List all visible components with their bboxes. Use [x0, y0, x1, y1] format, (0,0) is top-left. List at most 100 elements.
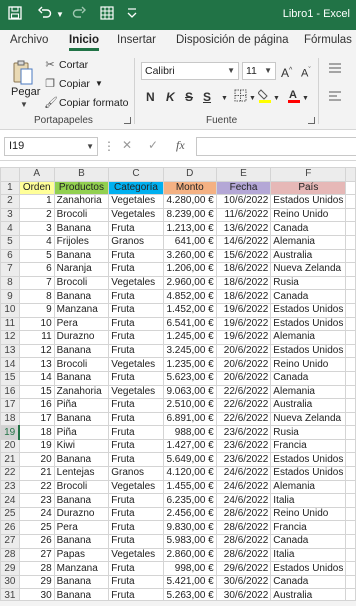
- row-header[interactable]: 24: [0, 493, 20, 508]
- cell[interactable]: Banana: [53, 411, 110, 427]
- cell[interactable]: 1.455,00 €: [162, 479, 217, 495]
- cell[interactable]: 6.235,00 €: [162, 493, 217, 508]
- enter-icon[interactable]: ✓: [148, 138, 158, 152]
- cell[interactable]: 20/6/2022: [215, 343, 272, 359]
- cell[interactable]: 28/6/2022: [215, 547, 272, 563]
- insert-function-icon[interactable]: fx: [176, 138, 185, 153]
- copy-dropdown-icon[interactable]: ▼: [95, 79, 103, 88]
- cell[interactable]: 9: [18, 302, 55, 318]
- cell[interactable]: 11/6/2022: [215, 207, 272, 223]
- cell[interactable]: 27: [18, 547, 55, 563]
- undo-dropdown-icon[interactable]: ▼: [56, 6, 64, 24]
- row-header[interactable]: 17: [0, 398, 20, 413]
- cell[interactable]: 2: [18, 207, 55, 223]
- font-name-dropdown[interactable]: Calibri ▼: [141, 62, 239, 80]
- cell[interactable]: 22: [18, 479, 55, 495]
- cell[interactable]: [345, 370, 356, 386]
- cell[interactable]: Fruta: [108, 330, 164, 345]
- cell[interactable]: Alemania: [270, 479, 347, 495]
- cell[interactable]: Fruta: [108, 561, 164, 576]
- cell[interactable]: [345, 398, 356, 413]
- cell[interactable]: Papas: [53, 547, 110, 563]
- cell[interactable]: 14: [18, 370, 55, 386]
- cell[interactable]: Brocoli: [53, 207, 110, 223]
- cell[interactable]: 24/6/2022: [215, 479, 272, 495]
- row-header[interactable]: 8: [0, 275, 20, 291]
- row-header[interactable]: 23: [0, 479, 20, 495]
- font-color-icon[interactable]: A: [287, 88, 301, 107]
- cell[interactable]: 28/6/2022: [215, 506, 272, 522]
- row-header[interactable]: 3: [0, 207, 20, 223]
- cell[interactable]: 2.456,00 €: [162, 506, 217, 522]
- italic-button[interactable]: K: [166, 90, 175, 104]
- cell[interactable]: 18/6/2022: [215, 275, 272, 291]
- cell[interactable]: [345, 411, 356, 427]
- cell[interactable]: 24/6/2022: [215, 493, 272, 508]
- cell[interactable]: 2.510,00 €: [162, 398, 217, 413]
- row-header[interactable]: 14: [0, 357, 20, 372]
- cell[interactable]: Canada: [270, 221, 347, 236]
- row-header[interactable]: 10: [0, 302, 20, 318]
- copy-button[interactable]: ❐ Copiar ▼: [44, 77, 103, 91]
- cell[interactable]: Frijoles: [53, 234, 110, 250]
- cell[interactable]: Reino Unido: [270, 506, 347, 522]
- column-header[interactable]: C: [108, 167, 164, 182]
- cell[interactable]: Rusia: [270, 275, 347, 291]
- column-header[interactable]: B: [53, 167, 110, 182]
- paste-button[interactable]: Pegar: [11, 86, 40, 98]
- cell[interactable]: 6: [18, 262, 55, 277]
- tab-formulas[interactable]: Fórmulas: [304, 34, 352, 46]
- cell[interactable]: Fruta: [108, 493, 164, 508]
- cell[interactable]: 5.649,00 €: [162, 452, 217, 468]
- cell[interactable]: Estados Unidos: [270, 561, 347, 576]
- row-header[interactable]: 5: [0, 234, 20, 250]
- cell[interactable]: Banana: [53, 289, 110, 304]
- row-header[interactable]: 9: [0, 289, 20, 304]
- cell[interactable]: Fruta: [108, 534, 164, 549]
- cell[interactable]: Estados Unidos: [270, 194, 347, 209]
- row-header[interactable]: 30: [0, 574, 20, 590]
- cell[interactable]: Brocoli: [53, 357, 110, 372]
- cell[interactable]: 23/6/2022: [215, 438, 272, 454]
- cell[interactable]: Canada: [270, 574, 347, 590]
- cell[interactable]: 26: [18, 534, 55, 549]
- cell[interactable]: Fruta: [108, 289, 164, 304]
- cell[interactable]: 998,00 €: [162, 561, 217, 576]
- cell[interactable]: 18/6/2022: [215, 262, 272, 277]
- align-left-icon[interactable]: [328, 90, 342, 105]
- cell[interactable]: 14/6/2022: [215, 234, 272, 250]
- cell[interactable]: [345, 275, 356, 291]
- cell[interactable]: Rusia: [270, 425, 347, 440]
- font-size-dropdown[interactable]: 11 ▼: [242, 62, 276, 80]
- cell[interactable]: 1.235,00 €: [162, 357, 217, 372]
- name-box[interactable]: I19 ▼: [4, 137, 98, 156]
- font-color-dropdown-icon[interactable]: ▼: [302, 92, 309, 106]
- borders-icon[interactable]: [234, 89, 247, 105]
- cancel-icon[interactable]: ✕: [122, 138, 132, 152]
- cell[interactable]: 18/6/2022: [215, 289, 272, 304]
- cell[interactable]: 15/6/2022: [215, 248, 272, 264]
- row-header[interactable]: 21: [0, 452, 20, 468]
- highlight-dropdown-icon[interactable]: ▼: [273, 92, 280, 106]
- cell[interactable]: Vegetales: [108, 479, 164, 495]
- tab-insertar[interactable]: Insertar: [117, 34, 156, 46]
- row-header[interactable]: 11: [0, 316, 20, 332]
- cell[interactable]: 4.280,00 €: [162, 194, 217, 209]
- cell[interactable]: 4.120,00 €: [162, 466, 217, 481]
- cell[interactable]: [345, 466, 356, 481]
- cell[interactable]: [345, 547, 356, 563]
- cell[interactable]: Fruta: [108, 425, 164, 440]
- tab-disposicion[interactable]: Disposición de página: [176, 34, 289, 46]
- header-cell[interactable]: Productos: [53, 180, 110, 196]
- cell[interactable]: Naranja: [53, 262, 110, 277]
- cell[interactable]: 15: [18, 384, 55, 400]
- row-header[interactable]: 25: [0, 506, 20, 522]
- cell[interactable]: Fruta: [108, 520, 164, 536]
- cell[interactable]: Canada: [270, 370, 347, 386]
- row-header[interactable]: 29: [0, 561, 20, 576]
- strikethrough-button[interactable]: S: [185, 90, 193, 104]
- highlight-icon[interactable]: [257, 88, 272, 107]
- cell[interactable]: 8: [18, 289, 55, 304]
- cell[interactable]: 1.213,00 €: [162, 221, 217, 236]
- cell[interactable]: 28: [18, 561, 55, 576]
